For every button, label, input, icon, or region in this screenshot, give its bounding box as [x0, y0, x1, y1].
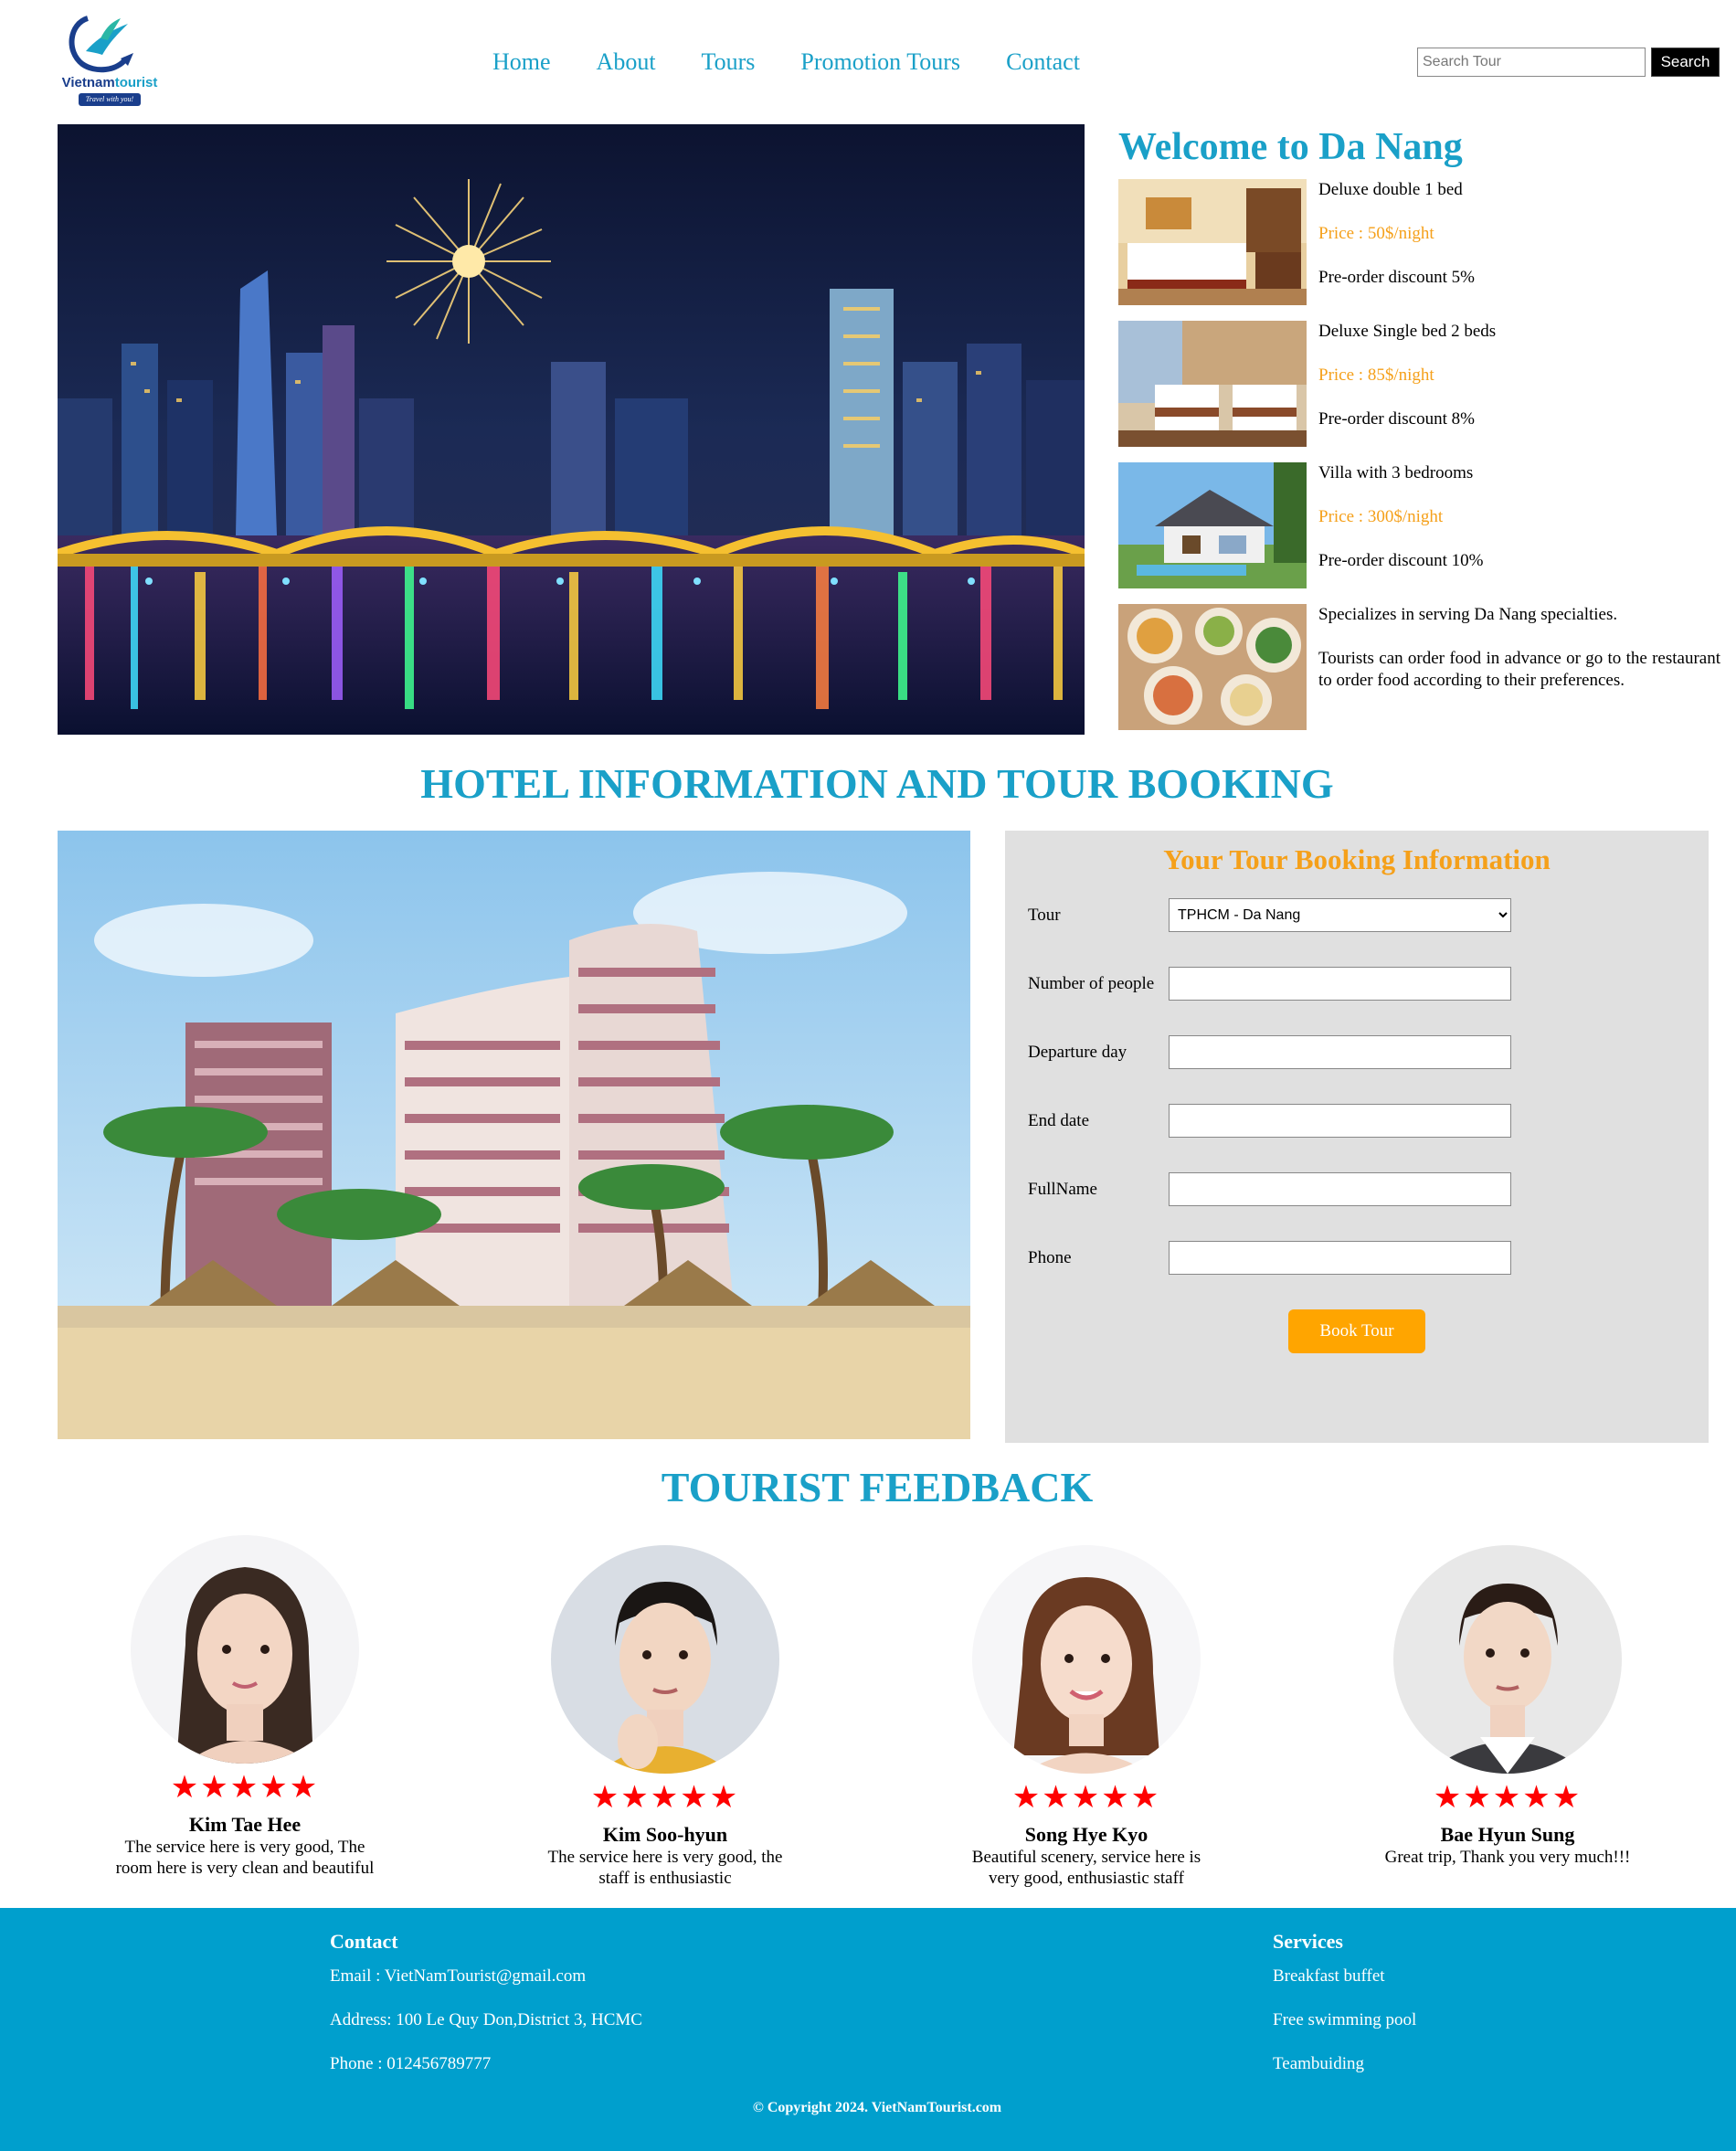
fullname-input[interactable] — [1169, 1172, 1511, 1206]
footer-services-title: Services — [1273, 1930, 1343, 1953]
avatar — [131, 1535, 359, 1764]
food-line-2: Tourists can order food in advance or go… — [1318, 649, 1720, 690]
departure-row: Departure day — [1028, 1035, 1521, 1072]
footer-contact-title: Contact — [330, 1930, 398, 1953]
room-info: Villa with 3 bedrooms Price : 300$/night… — [1318, 462, 1720, 594]
booking-form-title: Your Tour Booking Information — [1163, 843, 1551, 875]
reviewer-name: Bae Hyun Sung — [1440, 1823, 1575, 1846]
deluxe-double-room-image — [1118, 179, 1307, 305]
rating-stars: ★★★★★ — [170, 1769, 320, 1806]
nav-home[interactable]: Home — [470, 46, 574, 79]
room-price: Price : 300$/night — [1318, 507, 1444, 526]
avatar — [551, 1545, 779, 1774]
room-name: Deluxe double 1 bed — [1318, 180, 1463, 199]
booking-section-title: HOTEL INFORMATION AND TOUR BOOKING — [420, 760, 1334, 807]
people-row: Number of people — [1028, 967, 1521, 1003]
bird-logo-icon — [69, 16, 133, 73]
room-price: Price : 50$/night — [1318, 224, 1434, 243]
feedback-card: ★★★★★ Song Hye Kyo Beautiful scenery, se… — [949, 1545, 1223, 1889]
room-card-deluxe-single: Deluxe Single bed 2 beds Price : 85$/nig… — [1118, 321, 1721, 462]
reviewer-name: Kim Tae Hee — [188, 1813, 302, 1836]
site-header: Vietnamtourist Travel with you! Home Abo… — [0, 0, 1736, 121]
feedback-card: ★★★★★ Kim Tae Hee The service here is ve… — [108, 1535, 382, 1879]
nav-contact[interactable]: Contact — [983, 46, 1103, 79]
logo-tagline: Travel with you! — [79, 93, 141, 106]
people-label: Number of people — [1028, 974, 1155, 993]
rating-stars: ★★★★★ — [590, 1779, 740, 1816]
fullname-row: FullName — [1028, 1172, 1521, 1209]
vietnamtourist-logo[interactable]: Vietnamtourist Travel with you! — [60, 11, 159, 110]
food-line-1: Specializes in serving Da Nang specialti… — [1318, 605, 1618, 624]
rating-stars: ★★★★★ — [1433, 1779, 1583, 1816]
site-footer: Contact Email : VietNamTourist@gmail.com… — [0, 1908, 1736, 2151]
reviewer-name: Kim Soo-hyun — [602, 1823, 728, 1846]
footer-contact: Contact Email : VietNamTourist@gmail.com… — [330, 1930, 642, 2096]
fullname-label: FullName — [1028, 1180, 1097, 1199]
phone-input[interactable] — [1169, 1241, 1511, 1275]
avatar — [1393, 1545, 1622, 1774]
nav-about[interactable]: About — [574, 46, 679, 79]
room-price: Price : 85$/night — [1318, 366, 1434, 385]
room-card-villa: Villa with 3 bedrooms Price : 300$/night… — [1118, 462, 1721, 604]
phone-row: Phone — [1028, 1241, 1521, 1277]
departure-label: Departure day — [1028, 1043, 1127, 1062]
villa-image — [1118, 462, 1307, 588]
feedback-card: ★★★★★ Bae Hyun Sung Great trip, Thank yo… — [1371, 1545, 1645, 1868]
room-card-deluxe-double: Deluxe double 1 bed Price : 50$/night Pr… — [1118, 179, 1721, 321]
room-discount: Pre-order discount 8% — [1318, 409, 1475, 429]
nav-tours[interactable]: Tours — [679, 46, 778, 79]
service-item[interactable]: Breakfast buffet — [1273, 1965, 1416, 1987]
service-item[interactable]: Free swimming pool — [1273, 2008, 1416, 2031]
deluxe-single-room-image — [1118, 321, 1307, 447]
footer-services: Services Breakfast buffet Free swimming … — [1273, 1930, 1416, 2096]
feedback-card: ★★★★★ Kim Soo-hyun The service here is v… — [528, 1545, 802, 1889]
end-date-label: End date — [1028, 1111, 1090, 1130]
feedback-section-title: TOURIST FEEDBACK — [661, 1464, 1094, 1510]
food-info: Specializes in serving Da Nang specialti… — [1318, 604, 1720, 714]
phone-label: Phone — [1028, 1248, 1072, 1267]
end-date-input[interactable] — [1169, 1104, 1511, 1138]
nav-promotion-tours[interactable]: Promotion Tours — [778, 46, 983, 79]
hotel-beach-image — [58, 831, 970, 1439]
booking-form: Your Tour Booking Information Tour TPHCM… — [1005, 831, 1709, 1443]
room-info: Deluxe Single bed 2 beds Price : 85$/nig… — [1318, 321, 1720, 452]
tour-select[interactable]: TPHCM - Da Nang — [1169, 898, 1511, 932]
room-discount: Pre-order discount 10% — [1318, 551, 1484, 570]
people-input[interactable] — [1169, 967, 1511, 1001]
room-name: Deluxe Single bed 2 beds — [1318, 322, 1497, 341]
footer-address: Address: 100 Le Quy Don,District 3, HCMC — [330, 2010, 642, 2029]
departure-input[interactable] — [1169, 1035, 1511, 1069]
review-comment: Great trip, Thank you very much!!! — [1384, 1848, 1631, 1867]
review-comment: The service here is very good, The room … — [115, 1838, 375, 1878]
copyright: © Copyright 2024. VietNamTourist.com — [752, 2100, 1002, 2115]
review-comment: Beautiful scenery, service here is very … — [971, 1848, 1201, 1888]
service-item[interactable]: Teambuiding — [1273, 2052, 1416, 2075]
reviewer-name: Song Hye Kyo — [1024, 1823, 1149, 1846]
main-nav: Home About Tours Promotion Tours Contact — [470, 46, 1103, 79]
welcome-title: Welcome to Da Nang — [1118, 126, 1463, 168]
book-tour-button[interactable]: Book Tour — [1288, 1309, 1425, 1353]
da-nang-food-image — [1118, 604, 1307, 730]
rating-stars: ★★★★★ — [1011, 1779, 1161, 1816]
avatar — [972, 1545, 1201, 1774]
logo-text: Vietnamtourist — [61, 75, 158, 90]
footer-email[interactable]: Email : VietNamTourist@gmail.com — [330, 1965, 642, 1987]
room-discount: Pre-order discount 5% — [1318, 268, 1475, 287]
search-button[interactable]: Search — [1651, 48, 1720, 77]
tour-row: Tour TPHCM - Da Nang — [1028, 898, 1521, 935]
room-info: Deluxe double 1 bed Price : 50$/night Pr… — [1318, 179, 1720, 311]
footer-phone: Phone : 012456789777 — [330, 2054, 492, 2073]
review-comment: The service here is very good, the staff… — [547, 1848, 783, 1888]
food-card: Specializes in serving Da Nang specialti… — [1118, 604, 1721, 746]
da-nang-night-image — [58, 124, 1085, 735]
room-name: Villa with 3 bedrooms — [1318, 463, 1474, 482]
end-date-row: End date — [1028, 1104, 1521, 1140]
welcome-panel: Welcome to Da Nang Deluxe double 1 bed P… — [1118, 124, 1721, 746]
search-input[interactable] — [1417, 48, 1646, 77]
tour-label: Tour — [1028, 906, 1061, 925]
